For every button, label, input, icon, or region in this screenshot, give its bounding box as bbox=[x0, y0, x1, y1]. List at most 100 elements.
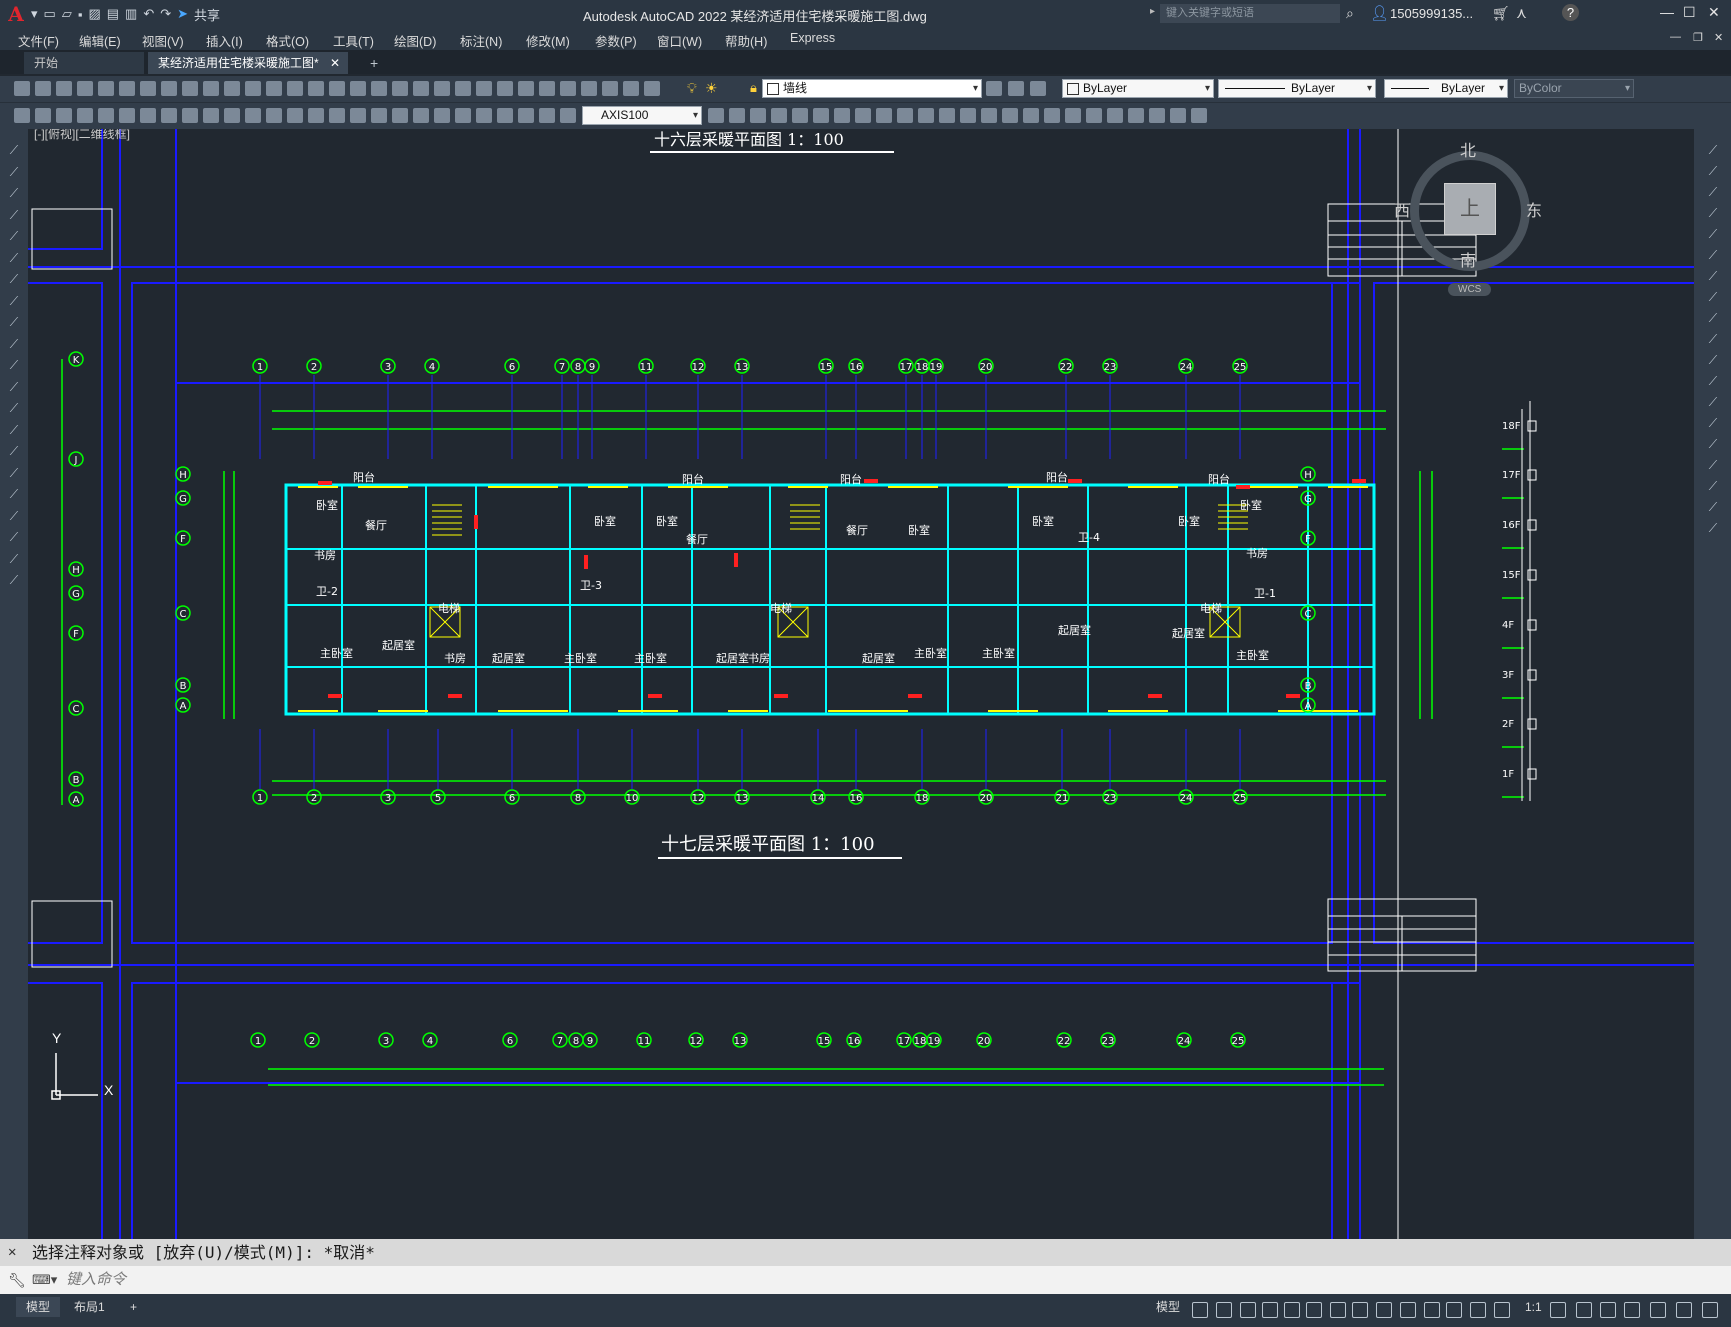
doc-minimize-icon[interactable]: — bbox=[1670, 31, 1681, 43]
modify-tool-icon[interactable]: ⟋ bbox=[1705, 479, 1721, 493]
toolbar-tool-icon[interactable] bbox=[161, 81, 177, 96]
draw-tool-icon[interactable]: ⟋ bbox=[6, 315, 22, 329]
modify-tool-icon[interactable]: ⟋ bbox=[1705, 185, 1721, 199]
toolbar-tool-icon[interactable] bbox=[77, 108, 93, 123]
status-toggle-icon[interactable] bbox=[1262, 1302, 1278, 1318]
logo-dropdown-icon[interactable]: ▾ bbox=[31, 6, 38, 22]
status-toggle-icon[interactable] bbox=[1240, 1302, 1256, 1318]
toolbar-tool-icon[interactable] bbox=[1107, 108, 1123, 123]
toolbar-tool-icon[interactable] bbox=[245, 108, 261, 123]
modify-tool-icon[interactable]: ⟋ bbox=[1705, 374, 1721, 388]
menu-view[interactable]: 视图(V) bbox=[142, 31, 184, 50]
toolbar-tool-icon[interactable] bbox=[35, 108, 51, 123]
toolbar-tool-icon[interactable] bbox=[392, 81, 408, 96]
doc-close-icon[interactable]: ✕ bbox=[1714, 31, 1723, 44]
toolbar-tool-icon[interactable] bbox=[77, 81, 93, 96]
toolbar-tool-icon[interactable] bbox=[287, 81, 303, 96]
toolbar-tool-icon[interactable] bbox=[560, 108, 576, 123]
toolbar-tool-icon[interactable] bbox=[119, 81, 135, 96]
toolbar-tool-icon[interactable] bbox=[224, 81, 240, 96]
modify-tool-icon[interactable]: ⟋ bbox=[1705, 290, 1721, 304]
annotation-scale[interactable]: 1:1 bbox=[1515, 1297, 1552, 1317]
toolbar-tool-icon[interactable] bbox=[434, 81, 450, 96]
tab-close-icon[interactable]: ✕ bbox=[330, 52, 340, 74]
toolbar-tool-icon[interactable] bbox=[476, 81, 492, 96]
status-toggle-icon[interactable] bbox=[1216, 1302, 1232, 1318]
toolbar-tool-icon[interactable] bbox=[371, 81, 387, 96]
draw-tool-icon[interactable]: ⟋ bbox=[6, 509, 22, 523]
status-toggle-icon[interactable] bbox=[1192, 1302, 1208, 1318]
search-input[interactable]: 键入关键字或短语 bbox=[1160, 4, 1340, 23]
close-icon[interactable]: ✕ bbox=[1708, 4, 1720, 21]
toolbar-tool-icon[interactable] bbox=[1030, 81, 1046, 96]
toolbar-tool-icon[interactable] bbox=[855, 108, 871, 123]
draw-tool-icon[interactable]: ⟋ bbox=[6, 487, 22, 501]
toolbar-tool-icon[interactable] bbox=[539, 108, 555, 123]
toolbar-tool-icon[interactable] bbox=[813, 108, 829, 123]
viewport-controls[interactable]: [-][俯视][二维线框] bbox=[34, 129, 130, 142]
color-dropdown[interactable]: ByLayer ▾ bbox=[1062, 79, 1214, 98]
viewcube-west[interactable]: 西 bbox=[1394, 197, 1410, 221]
toolbar-tool-icon[interactable] bbox=[792, 108, 808, 123]
draw-tool-icon[interactable]: ⟋ bbox=[6, 186, 22, 200]
save-icon[interactable]: ▪ bbox=[78, 7, 83, 22]
status-toggle-icon[interactable] bbox=[1702, 1302, 1718, 1318]
toolbar-tool-icon[interactable] bbox=[497, 108, 513, 123]
add-layout-button[interactable]: + bbox=[120, 1297, 147, 1317]
toolbar-tool-icon[interactable] bbox=[182, 81, 198, 96]
toolbar-tool-icon[interactable] bbox=[1044, 108, 1060, 123]
tab-start[interactable]: 开始 bbox=[24, 52, 144, 74]
customize-icon[interactable]: 🔧︎ bbox=[8, 1266, 26, 1294]
menu-modify[interactable]: 修改(M) bbox=[526, 31, 570, 50]
linetype-dropdown[interactable]: ByLayer ▾ bbox=[1218, 79, 1376, 98]
toolbar-tool-icon[interactable] bbox=[329, 108, 345, 123]
toolbar-tool-icon[interactable] bbox=[245, 81, 261, 96]
status-toggle-icon[interactable] bbox=[1576, 1302, 1592, 1318]
draw-tool-icon[interactable]: ⟋ bbox=[6, 165, 22, 179]
tab-document[interactable]: 某经济适用住宅楼采暖施工图* ✕ bbox=[148, 52, 348, 74]
draw-tool-icon[interactable]: ⟋ bbox=[6, 380, 22, 394]
command-input[interactable]: 键入命令 bbox=[66, 1266, 126, 1294]
menu-format[interactable]: 格式(O) bbox=[266, 31, 309, 50]
toolbar-tool-icon[interactable] bbox=[1191, 108, 1207, 123]
cart-icon[interactable]: 🛒︎ bbox=[1492, 5, 1510, 22]
share-icon[interactable]: ➤ bbox=[177, 6, 188, 22]
toolbar-tool-icon[interactable] bbox=[560, 81, 576, 96]
status-toggle-icon[interactable] bbox=[1330, 1302, 1346, 1318]
toolbar-tool-icon[interactable] bbox=[981, 108, 997, 123]
toolbar-tool-icon[interactable] bbox=[455, 108, 471, 123]
toolbar-tool-icon[interactable] bbox=[1170, 108, 1186, 123]
toolbar-tool-icon[interactable] bbox=[308, 108, 324, 123]
toolbar-tool-icon[interactable] bbox=[434, 108, 450, 123]
user-icon[interactable]: 👤︎ bbox=[1370, 4, 1389, 22]
toolbar-tool-icon[interactable] bbox=[1008, 81, 1024, 96]
toolbar-tool-icon[interactable] bbox=[413, 81, 429, 96]
viewcube-north[interactable]: 北 bbox=[1460, 137, 1476, 161]
status-toggle-icon[interactable] bbox=[1470, 1302, 1486, 1318]
maximize-icon[interactable]: ☐ bbox=[1683, 4, 1696, 21]
toolbar-tool-icon[interactable] bbox=[350, 81, 366, 96]
toolbar-tool-icon[interactable] bbox=[98, 81, 114, 96]
tab-layout1[interactable]: 布局1 bbox=[64, 1297, 115, 1317]
draw-tool-icon[interactable]: ⟋ bbox=[6, 530, 22, 544]
viewcube-top-face[interactable]: 上 bbox=[1444, 183, 1496, 235]
modify-tool-icon[interactable]: ⟋ bbox=[1705, 500, 1721, 514]
modify-tool-icon[interactable]: ⟋ bbox=[1705, 206, 1721, 220]
draw-tool-icon[interactable]: ⟋ bbox=[6, 423, 22, 437]
toolbar-tool-icon[interactable] bbox=[539, 81, 555, 96]
user-account[interactable]: 1505999135... bbox=[1390, 6, 1473, 21]
viewcube-east[interactable]: 东 bbox=[1526, 197, 1542, 221]
draw-tool-icon[interactable]: ⟋ bbox=[6, 272, 22, 286]
status-toggle-icon[interactable] bbox=[1600, 1302, 1616, 1318]
toolbar-tool-icon[interactable] bbox=[644, 81, 660, 96]
draw-tool-icon[interactable]: ⟋ bbox=[6, 466, 22, 480]
toolbar-tool-icon[interactable] bbox=[14, 108, 30, 123]
menu-help[interactable]: 帮助(H) bbox=[725, 31, 767, 50]
menu-draw[interactable]: 绘图(D) bbox=[394, 31, 436, 50]
viewcube-south[interactable]: 南 bbox=[1460, 247, 1476, 271]
status-toggle-icon[interactable] bbox=[1494, 1302, 1510, 1318]
toolbar-tool-icon[interactable] bbox=[371, 108, 387, 123]
minimize-icon[interactable]: — bbox=[1660, 4, 1674, 20]
draw-tool-icon[interactable]: ⟋ bbox=[6, 208, 22, 222]
modify-tool-icon[interactable]: ⟋ bbox=[1705, 395, 1721, 409]
